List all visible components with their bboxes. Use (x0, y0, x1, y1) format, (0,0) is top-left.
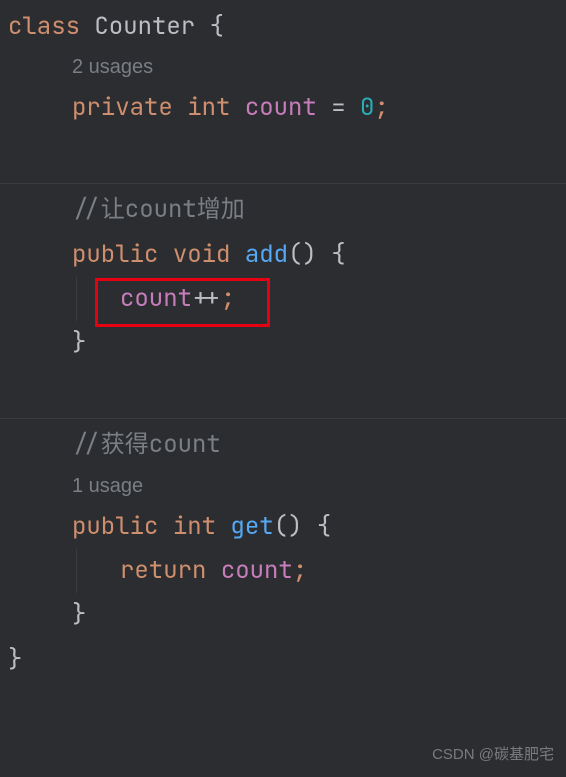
method-separator (0, 183, 566, 184)
semicolon: ; (221, 283, 235, 314)
close-brace: } (72, 327, 86, 358)
equals-op: = (331, 92, 345, 123)
comment-text: //获得count (72, 429, 221, 460)
keyword-public: public (72, 239, 158, 270)
usages-hint[interactable]: 1 usage (0, 468, 566, 505)
semicolon: ; (374, 92, 388, 123)
parens: () (274, 511, 303, 542)
code-line-comment: //让count增加 (0, 188, 566, 232)
increment-op: ++ (192, 283, 221, 314)
open-brace: { (210, 11, 224, 42)
type-int: int (187, 92, 230, 123)
code-line-method-get: public int get() { (0, 505, 566, 549)
method-add: add (245, 239, 288, 270)
class-name: Counter (94, 11, 195, 42)
code-line-class-decl: class Counter { (0, 5, 566, 49)
code-line-close-brace: } (0, 638, 566, 682)
method-separator (0, 418, 566, 419)
parens: () (288, 239, 317, 270)
blank-line (0, 366, 566, 410)
keyword-public: public (72, 511, 158, 542)
keyword-private: private (72, 92, 173, 123)
code-line-increment: count++; (0, 277, 566, 321)
comment-text: //让count增加 (72, 194, 245, 225)
keyword-void: void (173, 239, 231, 270)
keyword-class: class (8, 11, 80, 42)
usages-hint[interactable]: 2 usages (0, 49, 566, 86)
code-line-comment: //获得count (0, 423, 566, 467)
code-line-method-add: public void add() { (0, 233, 566, 277)
code-line-close-brace: } (0, 593, 566, 637)
code-line-return: return count; (0, 549, 566, 593)
open-brace: { (317, 511, 331, 542)
field-count-ref: count (221, 555, 293, 586)
blank-line (0, 131, 566, 175)
number-zero: 0 (360, 92, 374, 123)
close-brace: } (8, 644, 22, 675)
field-count-ref: count (120, 283, 192, 314)
keyword-return: return (120, 555, 206, 586)
method-get: get (230, 511, 273, 542)
code-line-field-decl: private int count = 0; (0, 86, 566, 130)
watermark-text: CSDN @碳基肥宅 (432, 741, 554, 769)
semicolon: ; (293, 555, 307, 586)
type-int: int (173, 511, 216, 542)
field-count: count (245, 92, 317, 123)
open-brace: { (331, 239, 345, 270)
close-brace: } (72, 599, 86, 630)
code-line-close-brace: } (0, 321, 566, 365)
code-editor[interactable]: class Counter { 2 usages private int cou… (0, 0, 566, 687)
